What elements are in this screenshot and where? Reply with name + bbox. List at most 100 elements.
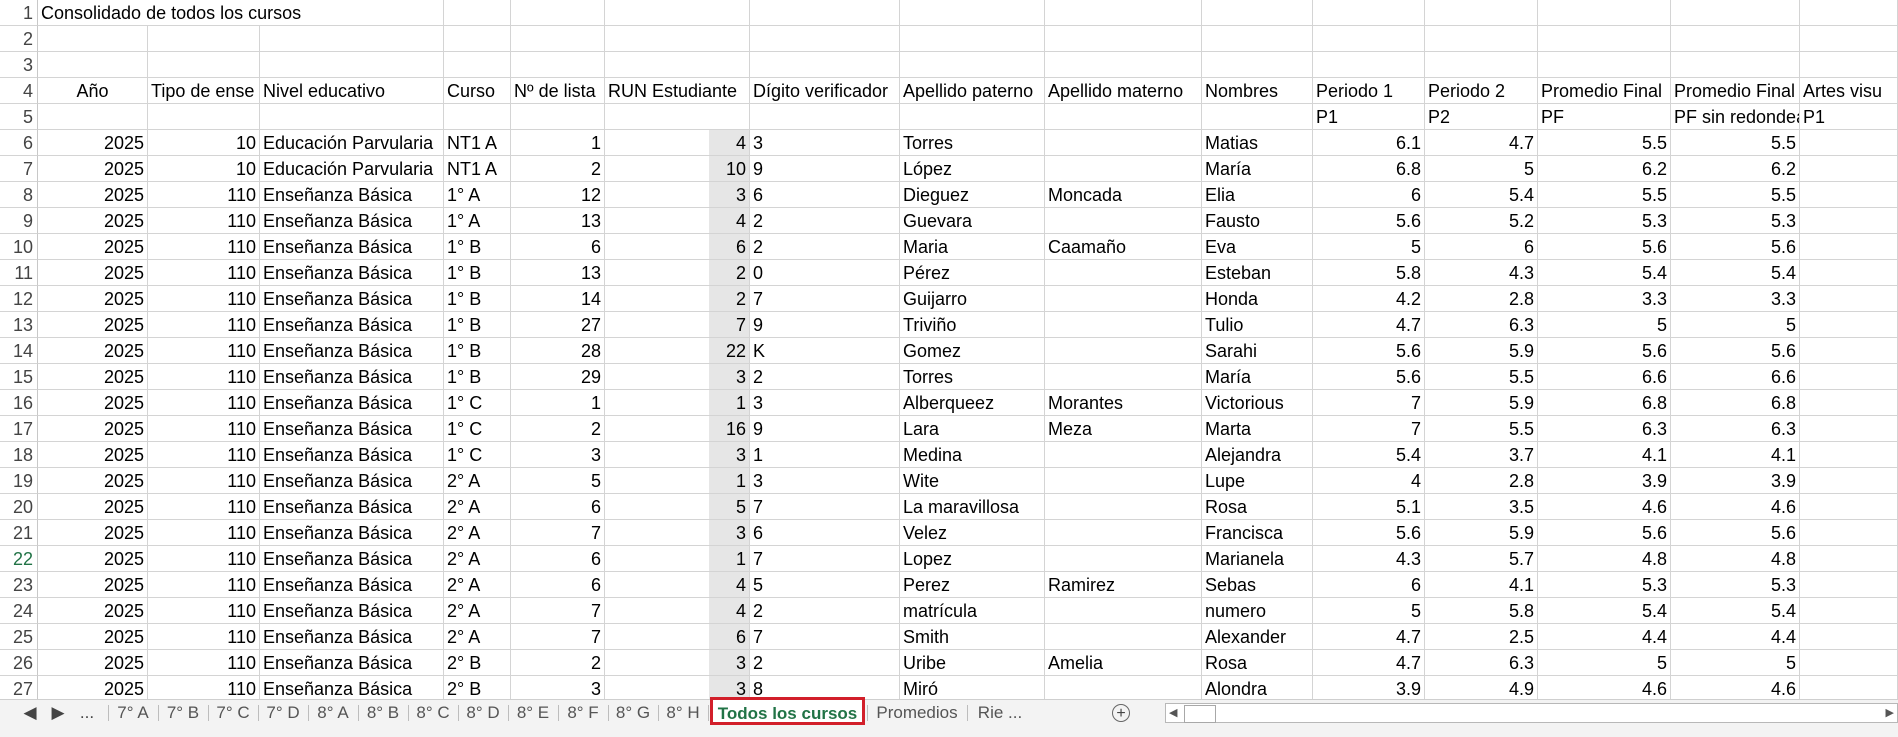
row-header[interactable]: 22: [0, 546, 38, 572]
table-cell[interactable]: 6.6: [1671, 364, 1800, 390]
table-cell[interactable]: 1: [605, 546, 750, 572]
table-cell[interactable]: 5.8: [1425, 598, 1538, 624]
table-cell[interactable]: Gomez: [900, 338, 1045, 364]
table-cell[interactable]: 10: [148, 156, 260, 182]
table-cell[interactable]: 16: [605, 416, 750, 442]
table-cell[interactable]: 2025: [38, 442, 148, 468]
table-cell[interactable]: 14: [511, 286, 605, 312]
table-cell[interactable]: 8: [750, 676, 900, 699]
empty-cell[interactable]: [1538, 52, 1671, 78]
table-cell[interactable]: 7: [511, 624, 605, 650]
table-cell[interactable]: 2: [511, 416, 605, 442]
empty-cell[interactable]: [1671, 52, 1800, 78]
table-cell[interactable]: Esteban: [1202, 260, 1313, 286]
row-header[interactable]: 15: [0, 364, 38, 390]
column-subheader[interactable]: P1: [1800, 104, 1898, 130]
table-cell[interactable]: 2025: [38, 208, 148, 234]
table-cell[interactable]: 5.6: [1538, 520, 1671, 546]
empty-cell[interactable]: [1538, 0, 1671, 26]
row-header[interactable]: 1: [0, 0, 38, 26]
row-header[interactable]: 7: [0, 156, 38, 182]
table-cell[interactable]: 13: [511, 260, 605, 286]
table-cell[interactable]: Enseñanza Básica: [260, 208, 444, 234]
table-cell[interactable]: [1800, 312, 1898, 338]
table-cell[interactable]: 5.3: [1671, 208, 1800, 234]
table-cell[interactable]: [1045, 364, 1202, 390]
table-cell[interactable]: 5.4: [1671, 260, 1800, 286]
table-cell[interactable]: [1800, 286, 1898, 312]
table-cell[interactable]: 1° A: [444, 182, 511, 208]
table-cell[interactable]: 4.7: [1313, 624, 1425, 650]
table-cell[interactable]: 6: [511, 572, 605, 598]
table-cell[interactable]: 6.6: [1538, 364, 1671, 390]
table-cell[interactable]: Enseñanza Básica: [260, 286, 444, 312]
table-cell[interactable]: Enseñanza Básica: [260, 416, 444, 442]
column-subheader[interactable]: [38, 104, 148, 130]
table-cell[interactable]: 2: [511, 156, 605, 182]
table-cell[interactable]: Velez: [900, 520, 1045, 546]
table-cell[interactable]: 6.3: [1538, 416, 1671, 442]
table-cell[interactable]: 3.5: [1425, 494, 1538, 520]
table-cell[interactable]: [1800, 260, 1898, 286]
row-header[interactable]: 24: [0, 598, 38, 624]
table-cell[interactable]: Enseñanza Básica: [260, 468, 444, 494]
row-header[interactable]: 8: [0, 182, 38, 208]
row-header[interactable]: 23: [0, 572, 38, 598]
empty-cell[interactable]: [38, 26, 148, 52]
table-cell[interactable]: [1800, 338, 1898, 364]
table-cell[interactable]: 4.7: [1313, 312, 1425, 338]
table-cell[interactable]: 2025: [38, 286, 148, 312]
row-header[interactable]: 2: [0, 26, 38, 52]
table-cell[interactable]: 2025: [38, 520, 148, 546]
table-cell[interactable]: matrícula: [900, 598, 1045, 624]
column-subheader[interactable]: [260, 104, 444, 130]
column-header[interactable]: Promedio Final: [1538, 78, 1671, 104]
table-cell[interactable]: 4.6: [1538, 676, 1671, 699]
table-cell[interactable]: Enseñanza Básica: [260, 364, 444, 390]
table-cell[interactable]: [1045, 338, 1202, 364]
table-cell[interactable]: Educación Parvularia: [260, 156, 444, 182]
table-cell[interactable]: Matias: [1202, 130, 1313, 156]
row-header[interactable]: 25: [0, 624, 38, 650]
table-cell[interactable]: 3.9: [1538, 468, 1671, 494]
table-cell[interactable]: Wite: [900, 468, 1045, 494]
table-cell[interactable]: 3.3: [1538, 286, 1671, 312]
table-cell[interactable]: 3: [750, 390, 900, 416]
row-header[interactable]: 27: [0, 676, 38, 699]
empty-cell[interactable]: [1313, 52, 1425, 78]
sheet-tab[interactable]: Promedios: [869, 700, 965, 726]
empty-cell[interactable]: [1800, 26, 1898, 52]
empty-cell[interactable]: [605, 52, 750, 78]
table-cell[interactable]: Medina: [900, 442, 1045, 468]
table-cell[interactable]: Lopez: [900, 546, 1045, 572]
table-cell[interactable]: [1045, 156, 1202, 182]
table-cell[interactable]: 5: [1425, 156, 1538, 182]
table-cell[interactable]: 1: [511, 130, 605, 156]
table-cell[interactable]: 2° B: [444, 676, 511, 699]
table-cell[interactable]: 13: [511, 208, 605, 234]
table-cell[interactable]: Enseñanza Básica: [260, 598, 444, 624]
empty-cell[interactable]: [1045, 26, 1202, 52]
empty-cell[interactable]: [1800, 52, 1898, 78]
table-cell[interactable]: 4.6: [1671, 494, 1800, 520]
table-cell[interactable]: 5.5: [1671, 182, 1800, 208]
empty-cell[interactable]: [1045, 52, 1202, 78]
table-cell[interactable]: [1045, 260, 1202, 286]
table-cell[interactable]: 2025: [38, 494, 148, 520]
table-cell[interactable]: 7: [1313, 390, 1425, 416]
table-cell[interactable]: [1045, 598, 1202, 624]
table-cell[interactable]: [1800, 182, 1898, 208]
table-cell[interactable]: 4.9: [1425, 676, 1538, 699]
row-header[interactable]: 26: [0, 650, 38, 676]
table-cell[interactable]: 110: [148, 364, 260, 390]
table-cell[interactable]: 2025: [38, 468, 148, 494]
table-cell[interactable]: 2025: [38, 624, 148, 650]
table-cell[interactable]: 6.1: [1313, 130, 1425, 156]
table-cell[interactable]: Sarahi: [1202, 338, 1313, 364]
table-cell[interactable]: [1045, 546, 1202, 572]
table-cell[interactable]: [1045, 624, 1202, 650]
table-cell[interactable]: 6.8: [1538, 390, 1671, 416]
table-cell[interactable]: 1: [605, 468, 750, 494]
empty-cell[interactable]: [1800, 0, 1898, 26]
table-cell[interactable]: 110: [148, 338, 260, 364]
